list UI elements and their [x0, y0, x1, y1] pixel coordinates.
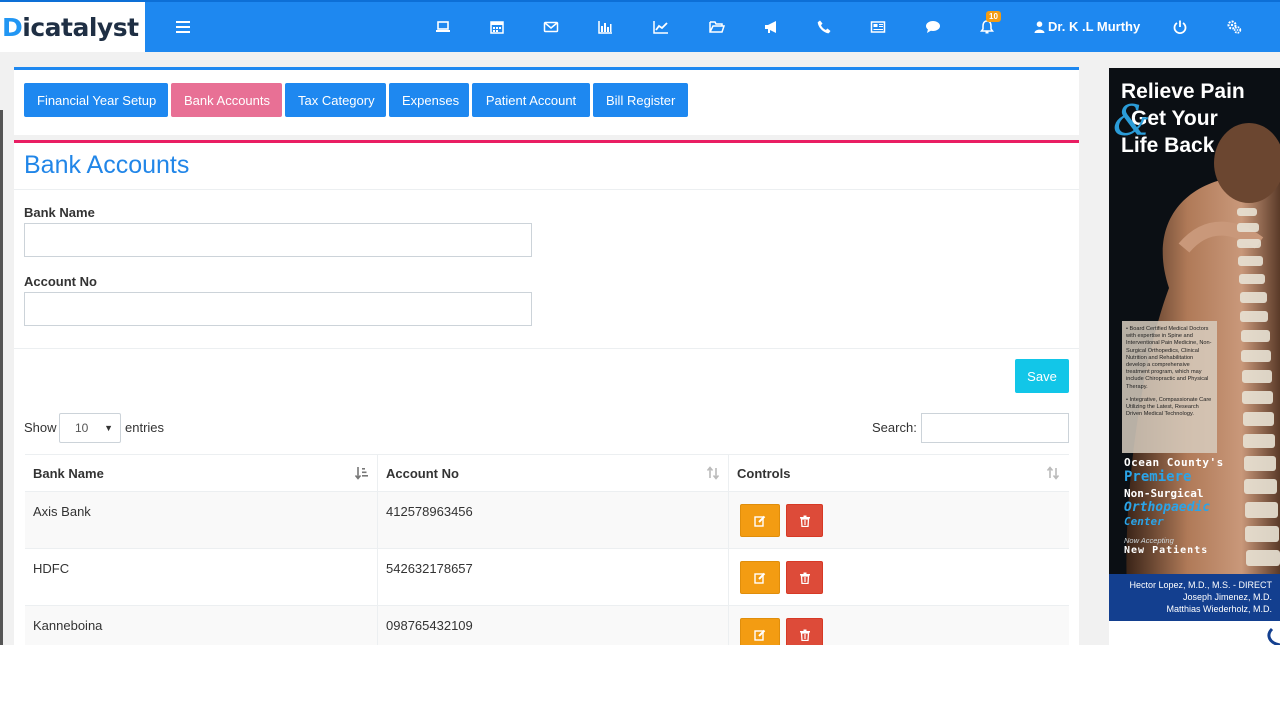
users-cog-icon[interactable]	[1223, 16, 1245, 38]
edit-button[interactable]	[740, 618, 780, 645]
divider	[14, 189, 1079, 190]
account-no-cell: 098765432109	[386, 618, 473, 633]
ad-bullet-box: • Board Certified Medical Doctors with e…	[1122, 321, 1217, 453]
column-header-controls[interactable]: Controls	[729, 455, 1069, 492]
edit-icon	[754, 629, 766, 641]
table-row: Axis Bank 412578963456	[25, 492, 1069, 549]
entries-value: 10	[75, 421, 89, 435]
calendar-icon[interactable]	[486, 16, 508, 38]
edit-icon	[754, 572, 766, 584]
user-icon	[1034, 20, 1045, 33]
account-no-cell: 542632178657	[386, 561, 473, 576]
power-icon[interactable]	[1169, 16, 1191, 38]
sort-icon[interactable]	[706, 466, 720, 480]
ad-tagline: Ocean County's Premiere Non-Surgical Ort…	[1109, 456, 1224, 556]
main-content: Financial Year Setup Bank Accounts Tax C…	[14, 67, 1079, 645]
bank-name-cell: Axis Bank	[33, 504, 91, 519]
logo-text: Dicatalyst	[2, 12, 139, 42]
ad-doctor: Hector Lopez, M.D., M.S. - DIRECT	[1129, 580, 1272, 590]
account-no-cell: 412578963456	[386, 504, 473, 519]
notification-count-badge: 10	[986, 11, 1001, 22]
table-header: Bank Name Account No Controls	[25, 454, 1069, 492]
delete-button[interactable]	[786, 618, 823, 645]
column-header-label: Bank Name	[33, 466, 104, 481]
ad-doctors-list: Hector Lopez, M.D., M.S. - DIRECT Joseph…	[1109, 574, 1280, 621]
column-header-label: Controls	[737, 466, 791, 481]
trash-icon	[799, 629, 810, 641]
table-row: HDFC 542632178657	[25, 549, 1069, 606]
account-no-label: Account No	[24, 274, 97, 289]
sort-icon[interactable]	[1046, 466, 1060, 480]
divider	[14, 348, 1079, 349]
edit-button[interactable]	[740, 504, 780, 537]
show-label: Show	[24, 420, 57, 435]
delete-button[interactable]	[786, 504, 823, 537]
column-header-account-no[interactable]: Account No	[378, 455, 728, 492]
table-row: Kanneboina 098765432109	[25, 606, 1069, 645]
settings-tab-bar: Financial Year Setup Bank Accounts Tax C…	[14, 67, 1079, 135]
column-header-bank-name[interactable]: Bank Name	[25, 455, 377, 492]
edit-button[interactable]	[740, 561, 780, 594]
search-input[interactable]	[921, 413, 1069, 443]
ad-bullet: Board Certified Medical Doctors with exp…	[1126, 326, 1212, 390]
logo[interactable]: Dicatalyst	[0, 2, 145, 52]
page-title: Bank Accounts	[24, 151, 190, 179]
menu-toggle-icon[interactable]	[173, 17, 193, 37]
tab-patient-account[interactable]: Patient Account	[472, 83, 590, 117]
ad-text: Non-Surgical	[1124, 487, 1204, 500]
tab-bill-register[interactable]: Bill Register	[593, 83, 688, 117]
ad-logo-icon	[1267, 627, 1280, 645]
bank-name-cell: HDFC	[33, 561, 70, 576]
top-navbar: Dicatalyst 10 Dr. K .L Murthy	[0, 0, 1280, 52]
bullhorn-icon[interactable]	[760, 16, 782, 38]
ad-bullet: Integrative, Compassionate Care Utilizin…	[1126, 396, 1212, 418]
tab-expenses[interactable]: Expenses	[389, 83, 469, 117]
ad-text: Ocean County's	[1124, 456, 1224, 469]
caret-down-icon: ▼	[104, 423, 113, 433]
sidebar-edge	[0, 110, 3, 645]
delete-button[interactable]	[786, 561, 823, 594]
newspaper-icon[interactable]	[867, 16, 889, 38]
line-chart-icon[interactable]	[650, 16, 672, 38]
app-viewport: Dicatalyst 10 Dr. K .L Murthy Financial …	[0, 0, 1280, 645]
comment-icon[interactable]	[922, 16, 944, 38]
ad-text: Now Accepting	[1124, 536, 1174, 545]
column-divider	[728, 606, 729, 645]
ad-footer	[1109, 621, 1280, 645]
tab-financial-year-setup[interactable]: Financial Year Setup	[24, 83, 168, 117]
advertisement-banner[interactable]: Relieve Pain Get Your Life Back & • Boar…	[1109, 68, 1280, 645]
search-label: Search:	[872, 420, 917, 435]
entries-per-page-select[interactable]: 10 ▼	[59, 413, 121, 443]
user-name: Dr. K .L Murthy	[1048, 19, 1141, 34]
ad-text: New Patients	[1124, 545, 1209, 556]
tab-tax-category[interactable]: Tax Category	[285, 83, 386, 117]
trash-icon	[799, 515, 810, 527]
bar-chart-icon[interactable]	[594, 16, 616, 38]
ad-text: Premiere	[1124, 469, 1192, 485]
user-menu[interactable]: Dr. K .L Murthy	[1034, 19, 1140, 34]
edit-icon	[754, 515, 766, 527]
save-button[interactable]: Save	[1015, 359, 1069, 393]
ad-doctor: Matthias Wiederholz, M.D.	[1166, 604, 1272, 614]
ad-text: Center	[1124, 515, 1164, 528]
entries-label: entries	[125, 420, 165, 435]
laptop-icon[interactable]	[432, 16, 454, 38]
column-header-label: Account No	[386, 466, 459, 481]
bank-name-cell: Kanneboina	[33, 618, 103, 633]
envelope-icon[interactable]	[540, 16, 562, 38]
sort-ascending-icon[interactable]	[355, 466, 369, 480]
column-divider	[728, 549, 729, 605]
tab-bank-accounts[interactable]: Bank Accounts	[171, 83, 282, 117]
ad-doctor: Joseph Jimenez, M.D.	[1182, 592, 1272, 602]
column-divider	[728, 492, 729, 548]
trash-icon	[799, 572, 810, 584]
account-no-field[interactable]	[24, 292, 532, 326]
phone-icon[interactable]	[813, 16, 835, 38]
folder-open-icon[interactable]	[706, 16, 728, 38]
ad-text: Orthopaedic	[1124, 500, 1211, 515]
bank-name-field[interactable]	[24, 223, 532, 257]
bank-name-label: Bank Name	[24, 205, 95, 220]
ad-ampersand: &	[1113, 96, 1151, 145]
bank-accounts-panel: Bank Accounts Bank Name Account No Save …	[14, 140, 1079, 645]
